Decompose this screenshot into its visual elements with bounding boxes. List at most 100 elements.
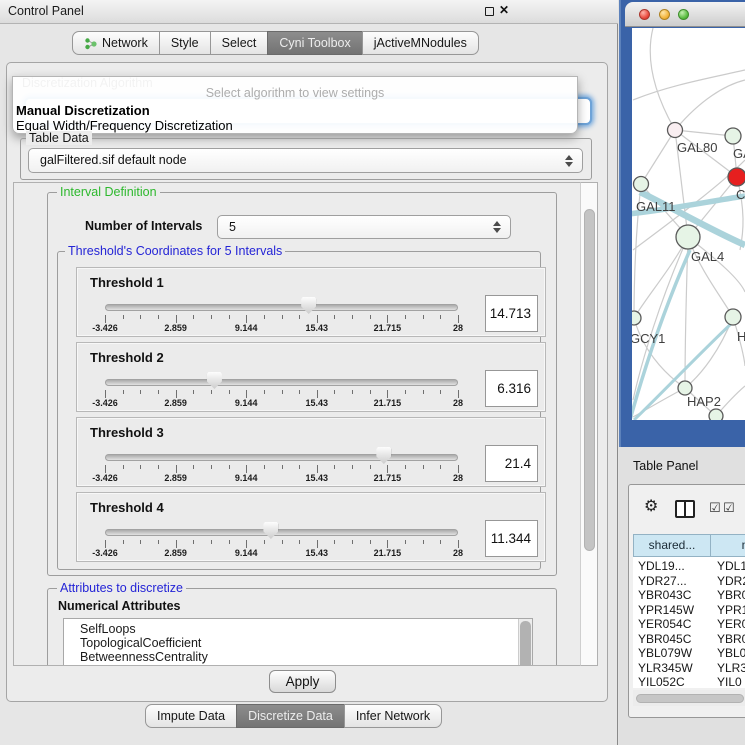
threshold-2-slider[interactable] xyxy=(105,379,458,386)
cell-shared-name[interactable]: YDL19... xyxy=(638,559,685,573)
network-node-c[interactable] xyxy=(728,168,745,186)
number-of-intervals-combobox[interactable]: 5 xyxy=(217,215,511,239)
attribute-list-item[interactable]: BetweennessCentrality xyxy=(80,650,208,664)
threshold-3-slider[interactable] xyxy=(105,454,458,461)
node-label: GAL11 xyxy=(636,199,676,214)
gear-icon[interactable]: ⚙ xyxy=(644,496,658,515)
cell-shared-name[interactable]: YPR145W xyxy=(638,603,694,617)
threshold-1-slider[interactable] xyxy=(105,304,458,311)
vertical-scrollbar-thumb[interactable] xyxy=(584,209,595,551)
network-canvas[interactable]: GAL80GALCGAL11GAL4GCY1HHAP2 xyxy=(632,28,745,420)
network-node-gcy1[interactable] xyxy=(632,311,641,325)
table-data-combobox[interactable]: galFiltered.sif default node xyxy=(28,148,583,173)
network-graph: GAL80GALCGAL11GAL4GCY1HHAP2 xyxy=(632,28,745,420)
tab-jactivemnodules[interactable]: jActiveMNodules xyxy=(362,31,479,55)
threshold-3-value-field[interactable]: 21.4 xyxy=(485,445,538,482)
threshold-4-slider[interactable] xyxy=(105,529,458,536)
cell-name[interactable]: YER0 xyxy=(717,617,745,631)
table-row[interactable]: YLR345W YLR3 xyxy=(633,661,745,676)
table-row[interactable]: YPR145W YPR1 xyxy=(633,603,745,618)
algorithm-dropdown-popup: Select algorithm to view settings Manual… xyxy=(12,76,578,134)
list-scrollbar[interactable] xyxy=(518,619,532,666)
checkbox-icon[interactable]: ☑ xyxy=(723,501,735,516)
network-node-gal4[interactable] xyxy=(676,225,700,249)
tab-label: jActiveMNodules xyxy=(374,32,467,55)
cell-name[interactable]: YBL0 xyxy=(717,646,745,660)
threshold-4-slider-thumb[interactable] xyxy=(263,522,278,539)
table-row[interactable]: YIL052C YIL0 xyxy=(633,675,745,688)
cell-shared-name[interactable]: YDR27... xyxy=(638,574,687,588)
threshold-3-slider-thumb[interactable] xyxy=(376,447,391,464)
attribute-list-item[interactable]: SelfLoops xyxy=(80,622,136,636)
cell-name[interactable]: YDR2 xyxy=(717,574,745,588)
close-traffic-light[interactable] xyxy=(639,9,650,20)
tab-select[interactable]: Select xyxy=(210,31,269,55)
column-header-shared-name[interactable]: shared... xyxy=(633,534,711,557)
tab-discretize-data[interactable]: Discretize Data xyxy=(236,704,345,728)
node-label: GAL4 xyxy=(691,249,724,264)
spinner-arrows-icon xyxy=(493,221,501,233)
cell-name[interactable]: YBR0 xyxy=(717,632,745,646)
zoom-traffic-light[interactable] xyxy=(678,9,689,20)
numerical-attributes-label: Numerical Attributes xyxy=(58,599,180,613)
tab-label: Network xyxy=(102,32,148,55)
table-row[interactable]: YER054C YER0 xyxy=(633,617,745,632)
cell-name[interactable]: YIL0 xyxy=(717,675,742,688)
checkbox-icon[interactable]: ☑ xyxy=(709,501,721,516)
algorithm-option-manual[interactable]: Manual Discretization xyxy=(16,103,150,117)
control-panel: Control Panel ✕ NetworkStyleSelectCyni T… xyxy=(0,0,618,745)
cell-shared-name[interactable]: YLR345W xyxy=(638,661,693,675)
cell-shared-name[interactable]: YIL052C xyxy=(638,675,685,688)
scale-tick-label: -3.426 xyxy=(92,548,118,558)
scale-tick-label: 21.715 xyxy=(374,323,402,333)
network-node-gal11[interactable] xyxy=(634,177,649,192)
scale-tick-label: 15.43 xyxy=(306,398,329,408)
tab-infer-network[interactable]: Infer Network xyxy=(344,704,442,728)
network-node-gal80[interactable] xyxy=(668,123,683,138)
float-window-icon[interactable] xyxy=(485,7,494,16)
threshold-2-slider-thumb[interactable] xyxy=(207,372,222,389)
table-row[interactable]: YDL19... YDL1 xyxy=(633,559,745,574)
scale-tick-label: 15.43 xyxy=(306,548,329,558)
scale-tick-label: 9.144 xyxy=(235,548,258,558)
column-layout-icon[interactable] xyxy=(675,500,695,518)
threshold-4-value-field[interactable]: 11.344 xyxy=(485,520,538,557)
table-row[interactable]: YBL079W YBL0 xyxy=(633,646,745,661)
apply-button[interactable]: Apply xyxy=(269,670,336,693)
tab-label: Discretize Data xyxy=(248,705,333,728)
table-row[interactable]: YDR27... YDR2 xyxy=(633,574,745,589)
number-of-intervals-label: Number of Intervals xyxy=(85,219,202,233)
numerical-attributes-list[interactable]: SelfLoopsTopologicalCoefficientBetweenne… xyxy=(63,618,533,666)
cell-name[interactable]: YDL1 xyxy=(717,559,745,573)
table-row[interactable]: YBR043C YBR0 xyxy=(633,588,745,603)
network-icon xyxy=(84,37,97,50)
network-node[interactable] xyxy=(709,409,723,420)
cell-name[interactable]: YBR0 xyxy=(717,588,745,602)
tab-cyni-toolbox[interactable]: Cyni Toolbox xyxy=(267,31,362,55)
threshold-1-value-field[interactable]: 14.713 xyxy=(485,295,538,332)
network-node-gal[interactable] xyxy=(725,128,741,144)
cell-shared-name[interactable]: YBL079W xyxy=(638,646,692,660)
algorithm-option-equal-width[interactable]: Equal Width/Frequency Discretization xyxy=(16,118,233,132)
attribute-list-item[interactable]: TopologicalCoefficient xyxy=(80,636,201,650)
tab-network[interactable]: Network xyxy=(72,31,160,55)
cell-name[interactable]: YLR3 xyxy=(717,661,745,675)
scale-tick-label: 9.144 xyxy=(235,473,258,483)
cell-shared-name[interactable]: YBR045C xyxy=(638,632,691,646)
threshold-1-slider-thumb[interactable] xyxy=(301,297,316,314)
close-icon[interactable]: ✕ xyxy=(499,3,509,17)
minimize-traffic-light[interactable] xyxy=(659,9,670,20)
list-scrollbar-thumb[interactable] xyxy=(520,621,531,666)
cell-name[interactable]: YPR1 xyxy=(717,603,745,617)
tab-style[interactable]: Style xyxy=(159,31,211,55)
network-node-h[interactable] xyxy=(725,309,741,325)
network-node-hap2[interactable] xyxy=(678,381,692,395)
cell-shared-name[interactable]: YBR043C xyxy=(638,588,691,602)
threshold-2-value-field[interactable]: 6.316 xyxy=(485,370,538,407)
table-row[interactable]: YBR045C YBR0 xyxy=(633,632,745,647)
tab-impute-data[interactable]: Impute Data xyxy=(145,704,237,728)
vertical-scrollbar[interactable] xyxy=(580,182,598,666)
cell-shared-name[interactable]: YER054C xyxy=(638,617,691,631)
column-header-name[interactable]: n xyxy=(710,534,745,557)
horizontal-scrollbar-thumb[interactable] xyxy=(636,694,744,703)
